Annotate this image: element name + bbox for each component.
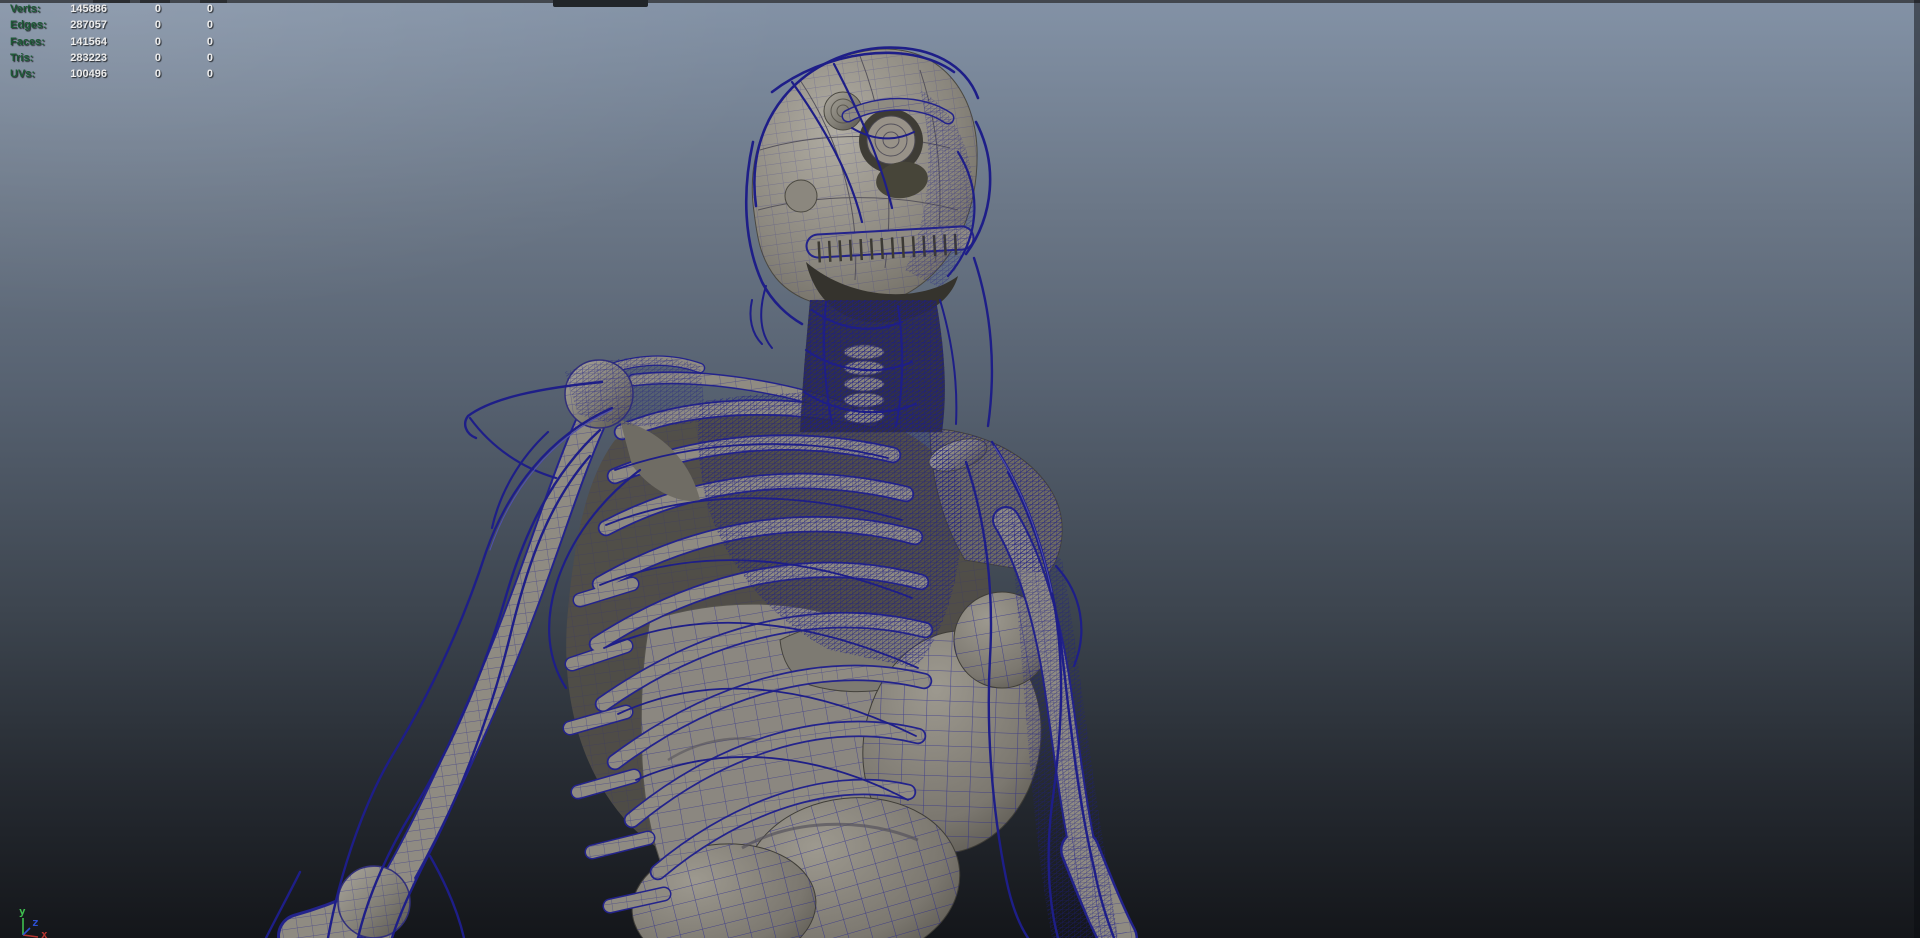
skeleton-model[interactable] [0, 0, 1920, 938]
top-trim-segment [140, 0, 170, 3]
hud-label: Edges: [10, 19, 47, 32]
hud-label: Verts: [10, 3, 41, 15]
eyeball [866, 115, 916, 165]
hud-value: 0 [154, 68, 161, 81]
z-axis-line [22, 927, 31, 936]
hud-value: 0 [154, 51, 161, 64]
hud-value: 0 [206, 3, 213, 15]
hud-value: 0 [206, 35, 213, 48]
hud-value: 0 [206, 19, 213, 32]
hud-label: Tris: [10, 51, 34, 64]
right-edge-trim [1914, 0, 1920, 938]
hud-row-faces: Faces: 141564 0 0 [10, 34, 213, 50]
top-edge-trim [0, 0, 1920, 3]
hud-value: 0 [206, 51, 213, 64]
hud-label: UVs: [10, 68, 36, 81]
z-axis-label: z [32, 916, 39, 929]
poly-count-hud: Verts: 145886 0 0 Edges: 287057 0 0 Faces: 1415… [10, 1, 213, 82]
viewport[interactable]: Verts: 145886 0 0 Edges: 287057 0 0 Faces: 1415… [0, 0, 1920, 938]
view-axis-gizmo: y z x [19, 905, 48, 938]
top-trim-segment [200, 0, 227, 3]
hud-value: 0 [154, 19, 161, 32]
hud-value: 100496 [70, 68, 107, 81]
hud-row-verts: Verts: 145886 0 0 [10, 1, 213, 17]
hud-value: 287057 [70, 19, 107, 32]
hud-value: 0 [206, 68, 213, 81]
hud-value: 283223 [70, 51, 107, 64]
hud-row-tris: Tris: 283223 0 0 [10, 50, 213, 66]
hud-row-uvs: UVs: 100496 0 0 [10, 66, 213, 82]
x-axis-label: x [41, 928, 48, 938]
hud-value: 0 [154, 35, 161, 48]
y-axis-label: y [19, 905, 26, 918]
top-trim-segment [93, 0, 130, 3]
hud-label: Faces: [10, 35, 45, 48]
x-axis-line [22, 934, 39, 938]
hud-value: 0 [154, 3, 161, 15]
top-trim-notch [553, 0, 648, 7]
hud-value: 141564 [70, 35, 107, 48]
hud-row-edges: Edges: 287057 0 0 [10, 17, 213, 33]
hud-value: 145886 [70, 3, 107, 15]
